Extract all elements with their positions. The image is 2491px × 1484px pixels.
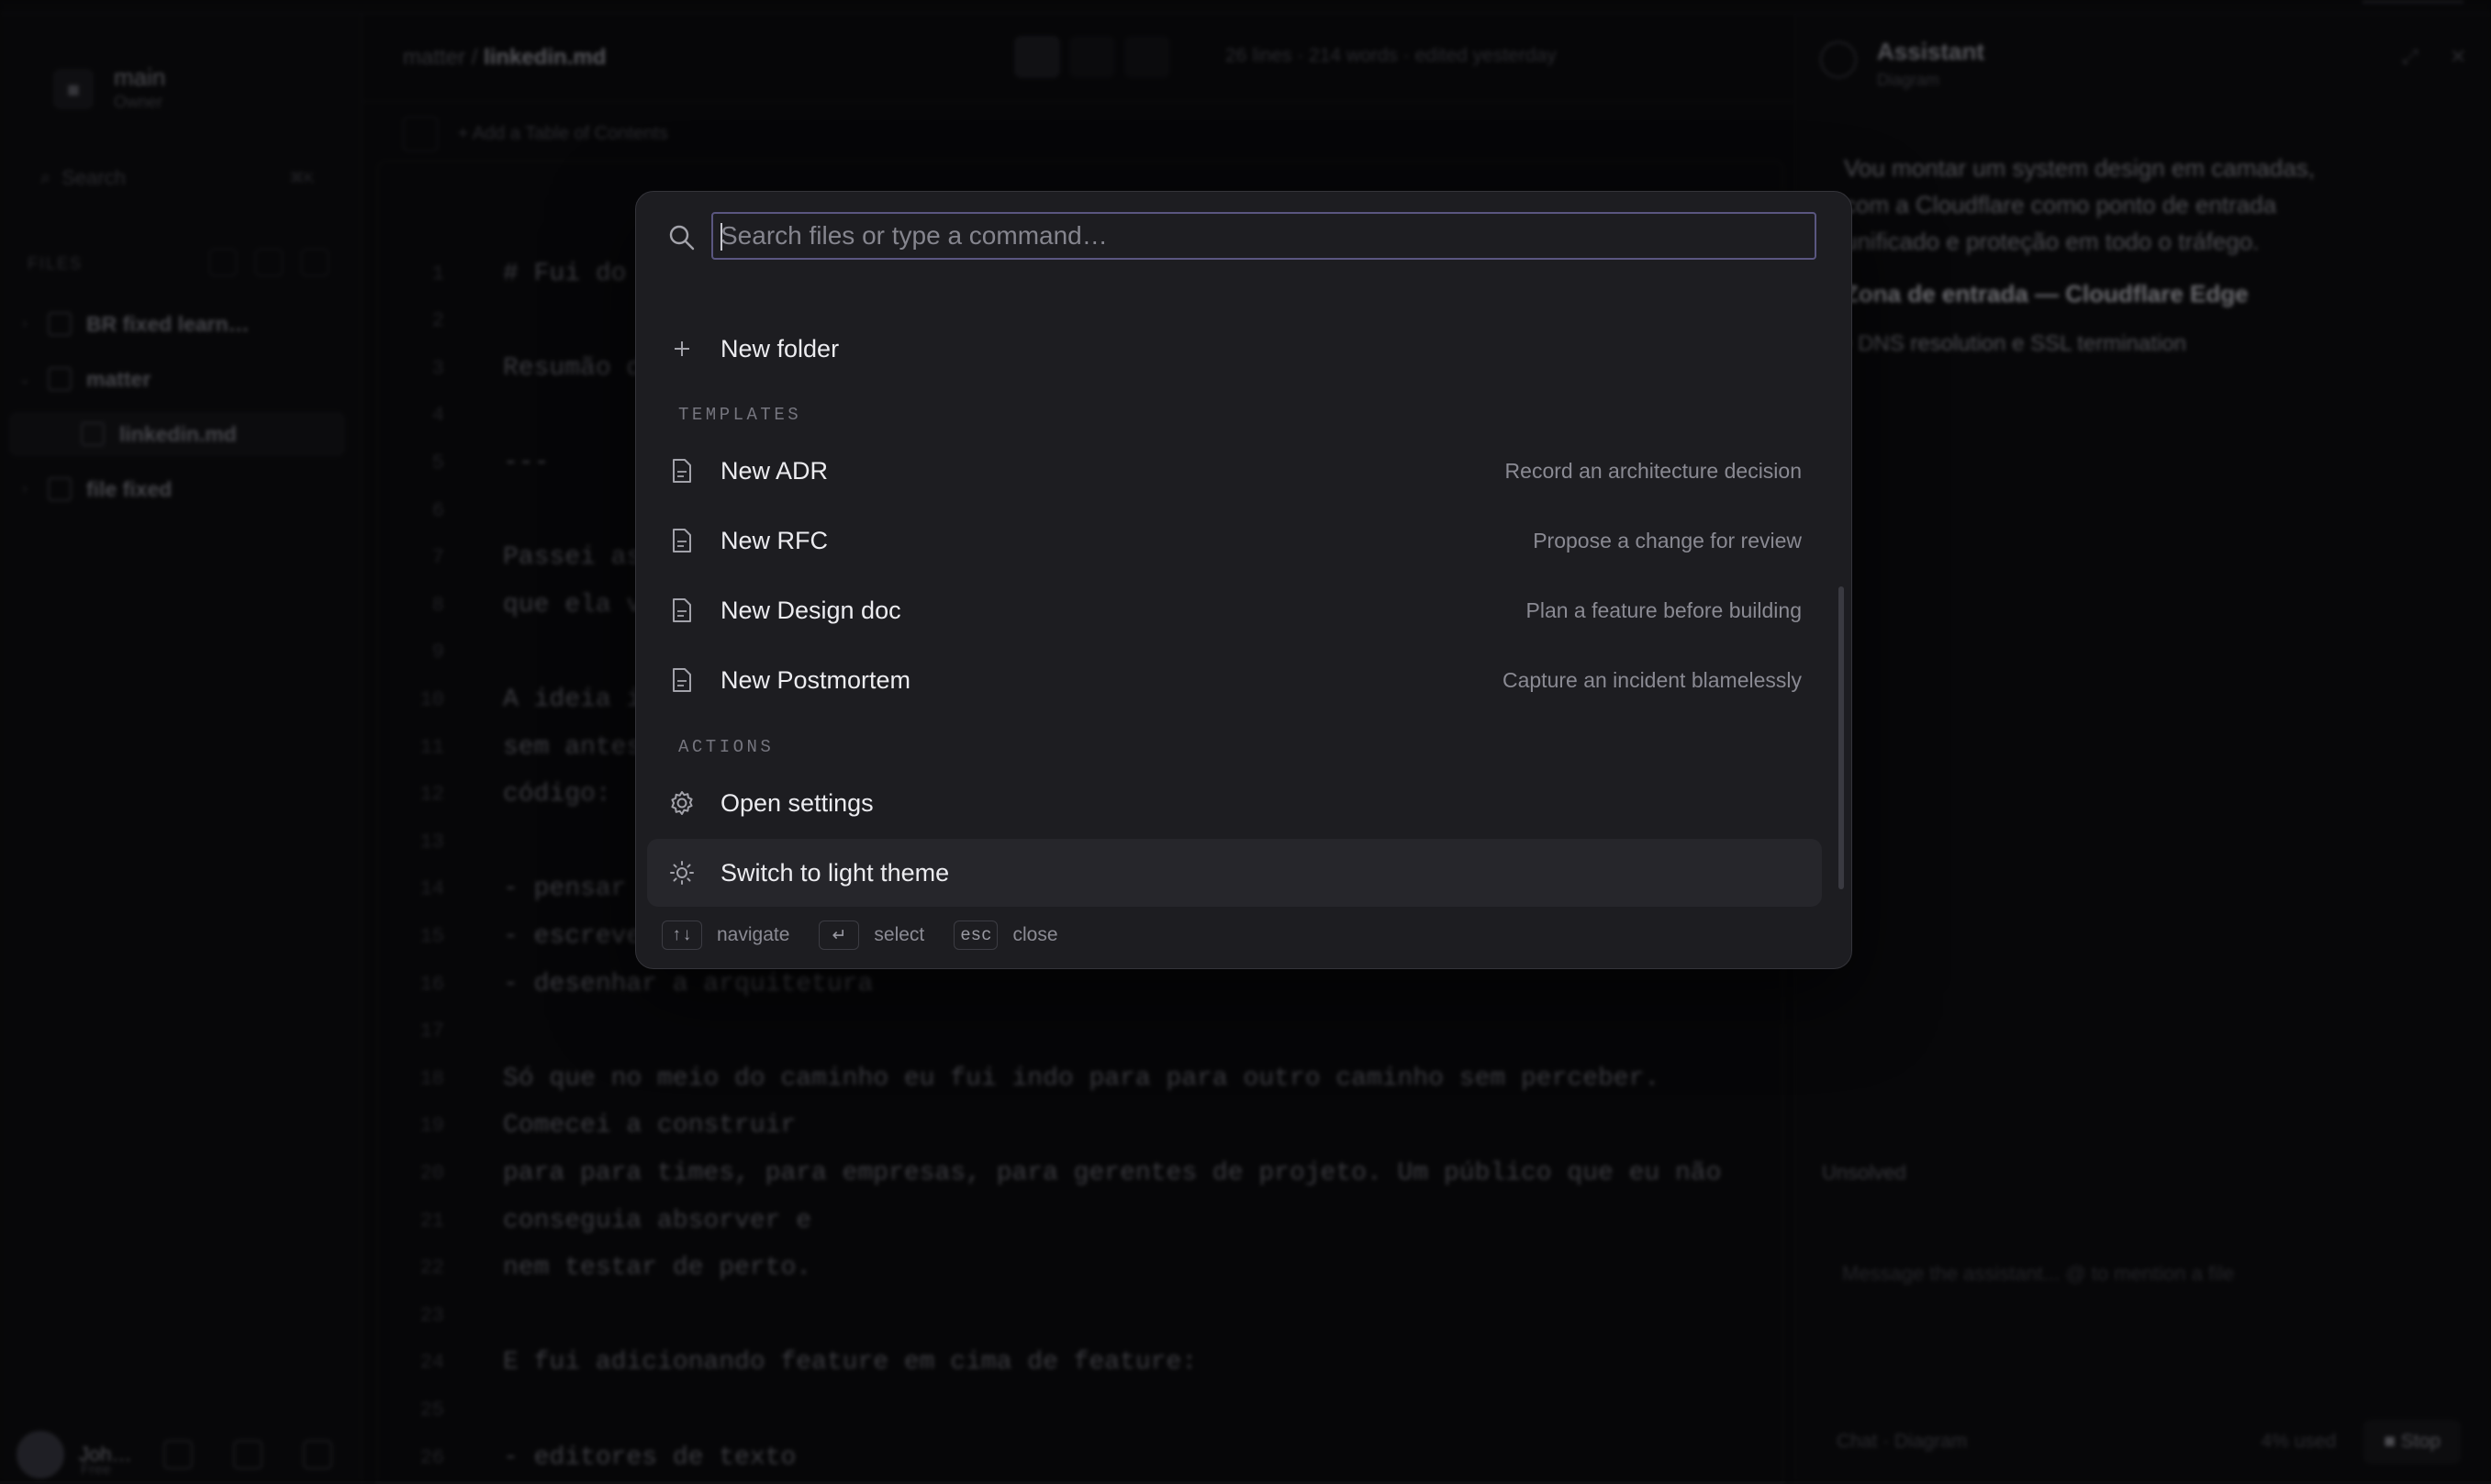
select-label: select — [874, 924, 925, 945]
document-icon — [667, 526, 697, 555]
select-key-hint: ↵ — [819, 921, 860, 950]
document-icon — [667, 665, 697, 695]
command-description: Capture an incident blamelessly — [1502, 667, 1802, 692]
palette-footer: ↑↓ navigate ↵ select esc close — [662, 921, 1088, 950]
command-label: Open settings — [720, 788, 874, 817]
command-palette: New folder TEMPLATES New ADR Record an a… — [635, 191, 1852, 969]
command-new-design-doc[interactable]: New Design doc Plan a feature before bui… — [647, 576, 1822, 644]
command-label: New RFC — [720, 526, 829, 554]
command-label: New ADR — [720, 456, 829, 485]
navigate-key-hint: ↑↓ — [662, 921, 702, 950]
command-description: Record an architecture decision — [1504, 458, 1802, 483]
gear-icon — [667, 788, 697, 818]
command-open-settings[interactable]: Open settings — [647, 769, 1822, 837]
section-title-actions: ACTIONS — [678, 737, 775, 757]
command-description: Propose a change for review — [1533, 528, 1802, 552]
command-label: New Postmortem — [720, 665, 911, 694]
command-new-folder[interactable]: New folder — [647, 315, 1822, 383]
command-switch-theme[interactable]: Switch to light theme — [647, 839, 1822, 907]
section-title-templates: TEMPLATES — [678, 405, 802, 425]
navigate-label: navigate — [717, 924, 790, 945]
palette-scrollbar[interactable] — [1838, 586, 1844, 889]
document-icon — [667, 596, 697, 625]
command-description: Plan a feature before building — [1525, 597, 1803, 622]
command-new-rfc[interactable]: New RFC Propose a change for review — [647, 507, 1822, 575]
close-key-hint: esc — [954, 921, 999, 950]
sun-icon — [667, 858, 697, 887]
plus-icon — [667, 334, 697, 363]
command-label: New Design doc — [720, 596, 901, 624]
command-new-postmortem[interactable]: New Postmortem Capture an incident blame… — [647, 646, 1822, 714]
document-icon — [667, 456, 697, 485]
command-label: Switch to light theme — [720, 858, 950, 887]
command-label: New folder — [720, 334, 840, 363]
text-caret — [720, 223, 722, 251]
command-new-adr[interactable]: New ADR Record an architecture decision — [647, 437, 1822, 505]
search-icon — [669, 225, 695, 251]
close-label: close — [1012, 924, 1058, 945]
command-search-input[interactable] — [711, 212, 1816, 260]
